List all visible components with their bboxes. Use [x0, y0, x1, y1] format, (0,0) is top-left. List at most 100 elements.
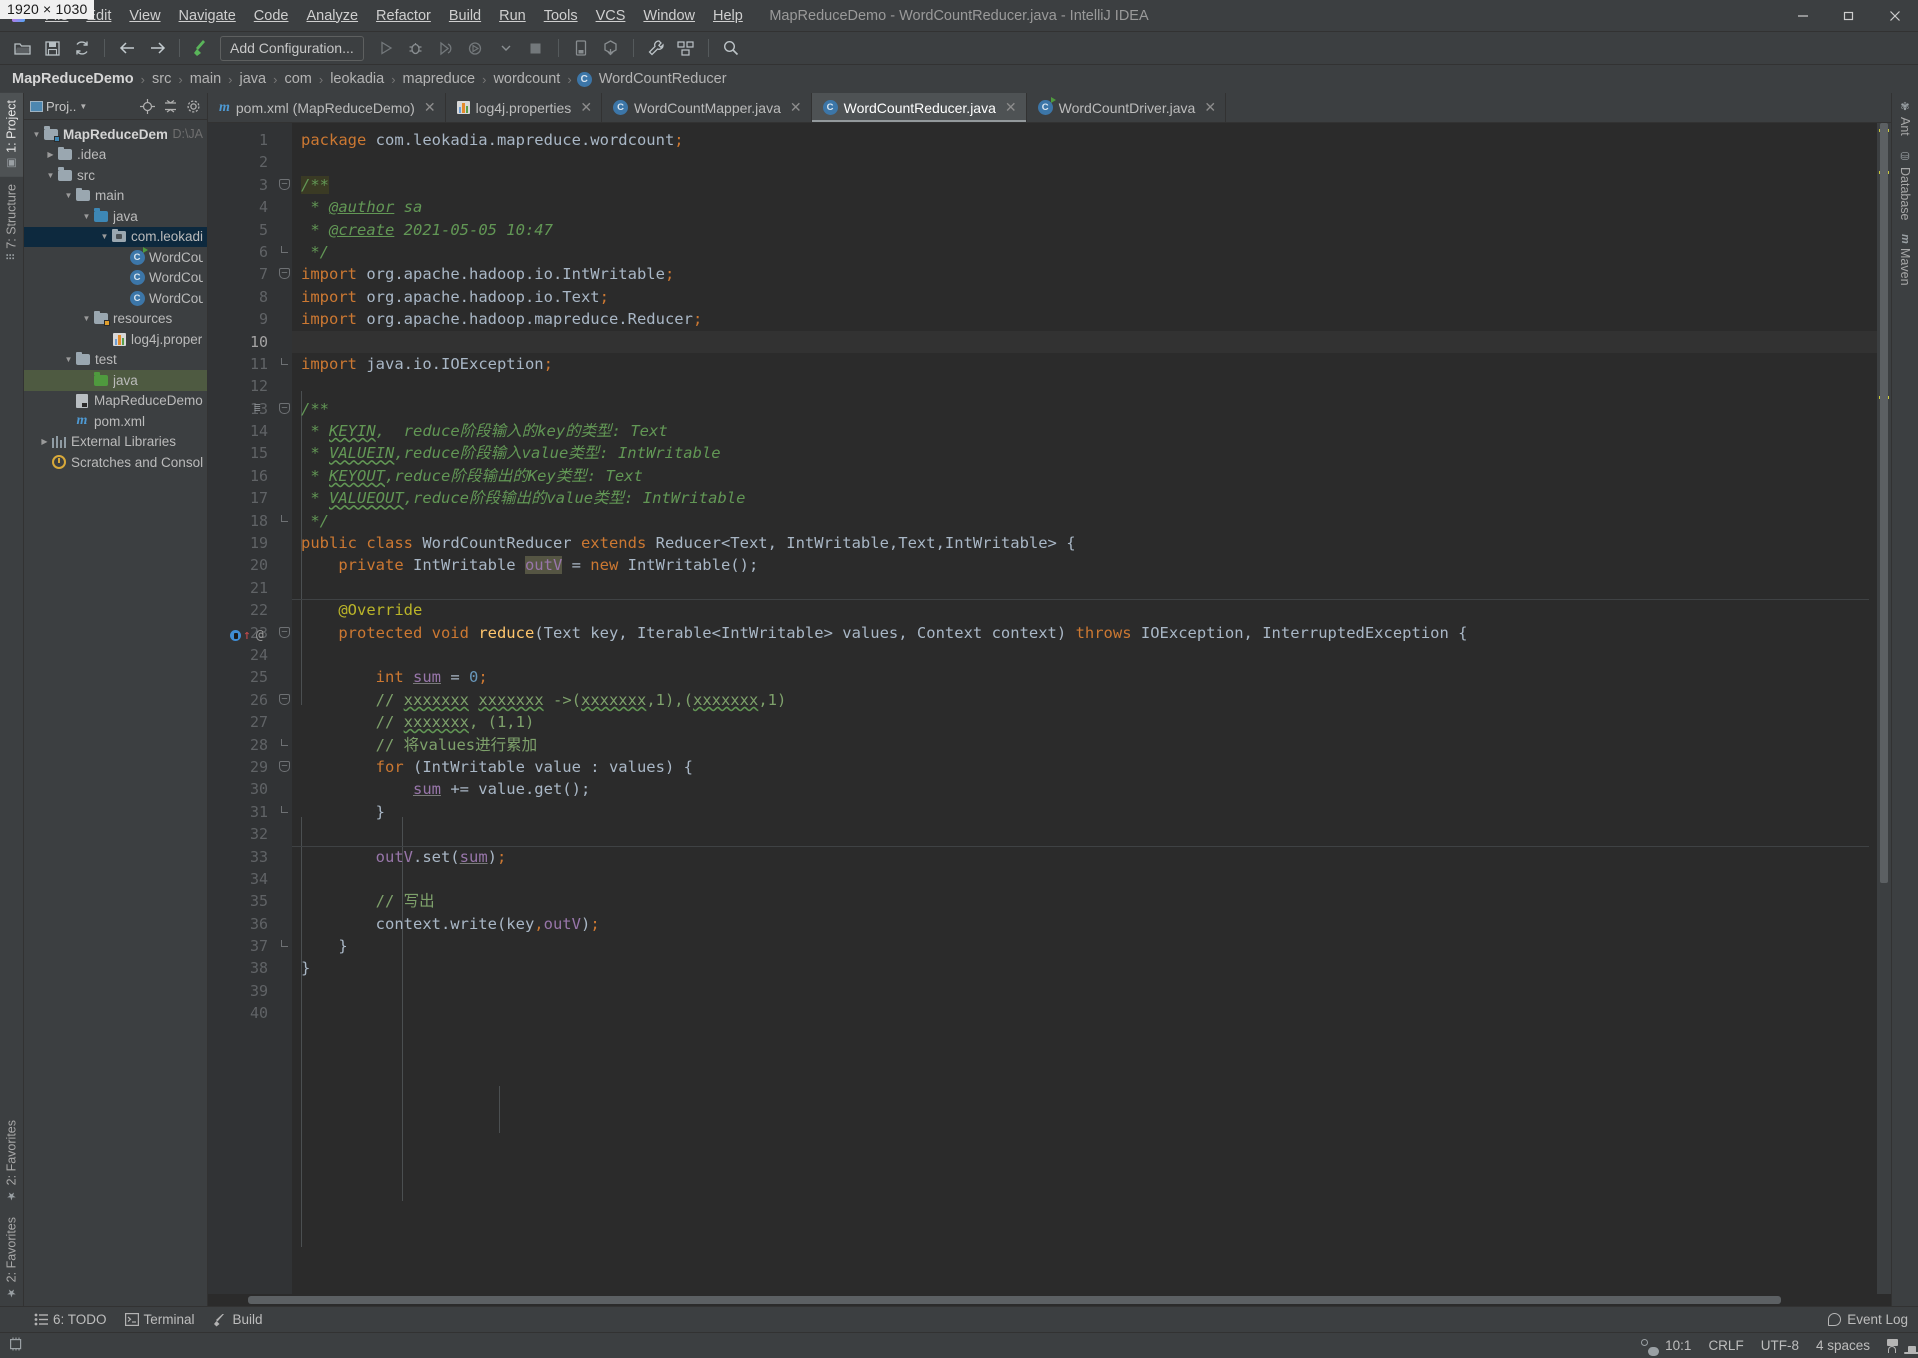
fold-icon[interactable]: – [279, 626, 290, 638]
chevron-down-icon[interactable]: ▼ [79, 102, 87, 111]
code-editor[interactable]: package com.leokadia.mapreduce.wordcount… [292, 123, 1877, 1294]
editor-gutter[interactable]: 1 2 –3 4 5 6 –7 8 9 10 11 12 ≣ –13 14 15… [208, 123, 292, 1294]
sdk-manager-icon[interactable] [597, 35, 625, 61]
code-line-27[interactable]: // xxxxxxx, (1,1) [292, 711, 1877, 733]
fold-icon[interactable]: – [279, 402, 290, 414]
code-line-17[interactable]: * VALUEOUT,reduce阶段输出的value类型: IntWritab… [292, 487, 1877, 509]
collapse-all-icon[interactable] [160, 96, 180, 116]
fold-icon[interactable]: – [279, 693, 290, 705]
caret-position[interactable]: 10:1 [1665, 1338, 1691, 1353]
add-configuration-button[interactable]: Add Configuration... [220, 35, 364, 61]
close-icon[interactable]: ✕ [580, 99, 592, 116]
close-icon[interactable]: ✕ [1005, 99, 1017, 116]
close-button[interactable] [1872, 0, 1918, 32]
menu-window[interactable]: Window [634, 4, 704, 28]
fold-end-icon[interactable] [281, 514, 288, 522]
tree-row-mapreducedemo[interactable]: ▼ MapReduceDemo D:\JA [24, 124, 207, 145]
settings-wrench-icon[interactable] [642, 35, 670, 61]
close-icon[interactable]: ✕ [1204, 99, 1216, 116]
tree-row-class-1[interactable]: C WordCou [24, 246, 207, 268]
code-line-3[interactable]: /** [292, 174, 1877, 196]
code-line-5[interactable]: * @create 2021-05-05 10:47 [292, 219, 1877, 241]
code-line-23[interactable]: protected void reduce(Text key, Iterable… [292, 622, 1877, 644]
breadcrumb-item-0[interactable]: MapReduceDemo [10, 71, 136, 87]
search-icon[interactable] [717, 35, 745, 61]
tree-row-log4j-properties[interactable]: log4j.proper [24, 329, 207, 350]
profile-icon[interactable] [462, 35, 490, 61]
file-encoding[interactable]: UTF-8 [1761, 1338, 1799, 1353]
minimize-button[interactable] [1780, 0, 1826, 32]
tree-row-test[interactable]: ▼ test [24, 350, 207, 371]
bottom-item-terminal[interactable]: Terminal [124, 1312, 195, 1327]
breadcrumb-item-7[interactable]: wordcount [491, 71, 562, 87]
code-line-30[interactable]: sum += value.get(); [292, 778, 1877, 800]
tree-row-package-com-leokadia[interactable]: ▼ com.leokadi [24, 226, 207, 247]
code-line-24[interactable] [292, 644, 1877, 666]
chevron-down-icon[interactable]: ▼ [80, 212, 93, 221]
code-line-1[interactable]: package com.leokadia.mapreduce.wordcount… [292, 129, 1877, 151]
tree-row-idea[interactable]: ▶ .idea [24, 145, 207, 166]
menu-help[interactable]: Help [704, 4, 752, 28]
code-line-9[interactable]: import org.apache.hadoop.mapreduce.Reduc… [292, 308, 1877, 330]
tab-wordcountdriver[interactable]: C WordCountDriver.java ✕ [1027, 93, 1227, 122]
tree-row-external-libraries[interactable]: ▶ External Libraries [24, 432, 207, 453]
sidebar-item-structure[interactable]: ⠿ 7: Structure [0, 177, 23, 268]
tree-row-class-3[interactable]: C WordCou [24, 288, 207, 309]
run-icon[interactable] [372, 35, 400, 61]
debug-icon[interactable] [402, 35, 430, 61]
fold-end-icon[interactable] [281, 357, 288, 365]
menu-tools[interactable]: Tools [535, 4, 587, 28]
run-with-coverage-icon[interactable] [432, 35, 460, 61]
breadcrumb-item-1[interactable]: src [150, 71, 173, 87]
code-line-35[interactable]: // 写出 [292, 890, 1877, 912]
code-line-25[interactable]: int sum = 0; [292, 666, 1877, 688]
chevron-right-icon[interactable]: ▶ [38, 437, 51, 446]
menu-code[interactable]: Code [245, 4, 298, 28]
device-manager-icon[interactable] [567, 35, 595, 61]
code-line-19[interactable]: public class WordCountReducer extends Re… [292, 532, 1877, 554]
breadcrumb-item-5[interactable]: leokadia [328, 71, 386, 87]
chevron-right-icon[interactable]: ▶ [44, 150, 57, 159]
code-line-15[interactable]: * VALUEIN,reduce阶段输入value类型: IntWritable [292, 442, 1877, 464]
breadcrumb-item-2[interactable]: main [188, 71, 223, 87]
gear-icon[interactable] [183, 96, 203, 116]
fold-end-icon[interactable] [281, 805, 288, 813]
build-hammer-icon[interactable] [188, 35, 216, 61]
indent-setting[interactable]: 4 spaces [1816, 1338, 1870, 1353]
tab-pom-xml[interactable]: m pom.xml (MapReduceDemo) ✕ [208, 93, 446, 122]
chevron-down-icon[interactable]: ▼ [62, 355, 75, 364]
code-line-16[interactable]: * KEYOUT,reduce阶段输出的Key类型: Text [292, 465, 1877, 487]
memory-indicator-icon[interactable] [10, 1337, 25, 1354]
menu-navigate[interactable]: Navigate [170, 4, 245, 28]
breadcrumb-item-4[interactable]: com [282, 71, 313, 87]
tree-row-src[interactable]: ▼ src [24, 165, 207, 186]
tab-log4j-properties[interactable]: log4j.properties ✕ [446, 93, 603, 122]
maximize-button[interactable] [1826, 0, 1872, 32]
code-line-8[interactable]: import org.apache.hadoop.io.Text; [292, 286, 1877, 308]
tree-row-class-2[interactable]: C WordCou [24, 268, 207, 289]
menu-refactor[interactable]: Refactor [367, 4, 440, 28]
close-icon[interactable]: ✕ [790, 99, 802, 116]
tree-row-main[interactable]: ▼ main [24, 186, 207, 207]
synchronize-icon[interactable] [68, 35, 96, 61]
forward-arrow-icon[interactable] [143, 35, 171, 61]
fold-end-icon[interactable] [281, 940, 288, 948]
bottom-item-todo[interactable]: 6: TODO [34, 1312, 107, 1327]
menu-build[interactable]: Build [440, 4, 490, 28]
editor-horizontal-scrollbar[interactable] [208, 1294, 1891, 1306]
code-line-20[interactable]: private IntWritable outV = new IntWritab… [292, 554, 1877, 576]
chevron-down-icon[interactable]: ▼ [62, 191, 75, 200]
sidebar-item-ant[interactable]: ✾ Ant [1892, 93, 1918, 143]
back-arrow-icon[interactable] [113, 35, 141, 61]
horizontal-scrollbar-thumb[interactable] [248, 1296, 1781, 1304]
code-line-22[interactable]: @Override [292, 599, 1877, 621]
chevron-down-icon[interactable]: ▼ [98, 232, 111, 241]
close-icon[interactable]: ✕ [424, 99, 436, 116]
tree-row-pom-xml[interactable]: m pom.xml [24, 411, 207, 432]
sidebar-item-project[interactable]: ▣ 1: Project [0, 93, 23, 177]
chevron-down-icon[interactable]: ▼ [30, 130, 43, 139]
chevron-down-icon[interactable]: ▼ [44, 171, 57, 180]
code-line-21[interactable] [292, 577, 1877, 599]
save-all-icon[interactable] [38, 35, 66, 61]
fold-end-icon[interactable] [281, 738, 288, 746]
